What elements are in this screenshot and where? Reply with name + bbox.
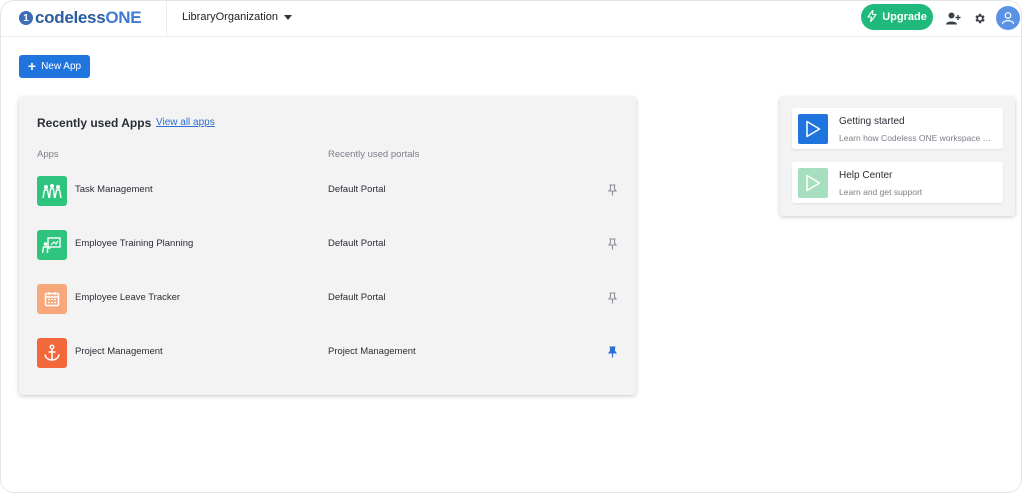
top-bar: 1 codelessONE LibraryOrganization Upgrad…: [1, 1, 1021, 37]
presentation-icon: [37, 230, 67, 260]
new-app-label: New App: [41, 61, 82, 72]
app-row-task-management[interactable]: Task Management Default Portal: [19, 174, 636, 208]
plus-icon: +: [27, 58, 37, 74]
upgrade-label: Upgrade: [882, 11, 927, 23]
play-icon: [798, 168, 828, 198]
chevron-down-icon: [284, 14, 292, 20]
logo-mark: 1: [19, 11, 33, 25]
user-avatar[interactable]: [996, 6, 1020, 30]
help-center-link[interactable]: Help Center Learn and get support: [792, 162, 1003, 203]
anchor-icon: [37, 338, 67, 368]
getting-started-link[interactable]: Getting started Learn how Codeless ONE w…: [792, 108, 1003, 149]
user-icon: [1001, 12, 1015, 25]
portals-column-header: Recently used portals: [328, 149, 420, 160]
portal-name[interactable]: Default Portal: [328, 292, 386, 303]
apps-column-header: Apps: [37, 149, 59, 160]
invite-user-icon[interactable]: [945, 10, 961, 26]
portal-name[interactable]: Project Management: [328, 346, 416, 357]
lightning-icon: [867, 8, 877, 25]
pin-icon[interactable]: [606, 291, 618, 305]
upgrade-button[interactable]: Upgrade: [861, 4, 933, 30]
pin-icon[interactable]: [606, 237, 618, 251]
app-name: Task Management: [75, 184, 153, 195]
app-name: Project Management: [75, 346, 163, 357]
pin-icon-active[interactable]: [606, 345, 618, 359]
app-row-employee-leave-tracker[interactable]: Employee Leave Tracker Default Portal: [19, 282, 636, 316]
app-name: Employee Training Planning: [75, 238, 194, 249]
gear-icon[interactable]: [971, 10, 987, 26]
recent-apps-card: Recently used Apps View all apps Apps Re…: [19, 97, 636, 395]
team-icon: [37, 176, 67, 206]
portal-name[interactable]: Default Portal: [328, 184, 386, 195]
help-item-title: Getting started: [839, 116, 905, 127]
codeless-one-logo[interactable]: 1 codelessONE: [19, 8, 142, 28]
new-app-button[interactable]: + New App: [19, 55, 90, 78]
logo-text: codelessONE: [35, 8, 142, 27]
organization-name: LibraryOrganization: [182, 11, 278, 23]
recent-apps-title: Recently used Apps: [37, 116, 152, 130]
calendar-icon: [37, 284, 67, 314]
portal-name[interactable]: Default Portal: [328, 238, 386, 249]
help-card: Getting started Learn how Codeless ONE w…: [780, 97, 1015, 216]
app-name: Employee Leave Tracker: [75, 292, 181, 303]
pin-icon[interactable]: [606, 183, 618, 197]
help-item-title: Help Center: [839, 170, 893, 181]
help-item-subtitle: Learn and get support: [839, 187, 923, 197]
app-window: 1 codelessONE LibraryOrganization Upgrad…: [0, 0, 1022, 493]
organization-switcher[interactable]: LibraryOrganization: [182, 11, 292, 23]
play-icon: [798, 114, 828, 144]
view-all-apps-link[interactable]: View all apps: [156, 117, 215, 128]
header-divider: [166, 1, 167, 37]
help-item-subtitle: Learn how Codeless ONE workspace works: [839, 133, 997, 143]
app-row-employee-training-planning[interactable]: Employee Training Planning Default Porta…: [19, 228, 636, 262]
app-row-project-management[interactable]: Project Management Project Management: [19, 336, 636, 370]
